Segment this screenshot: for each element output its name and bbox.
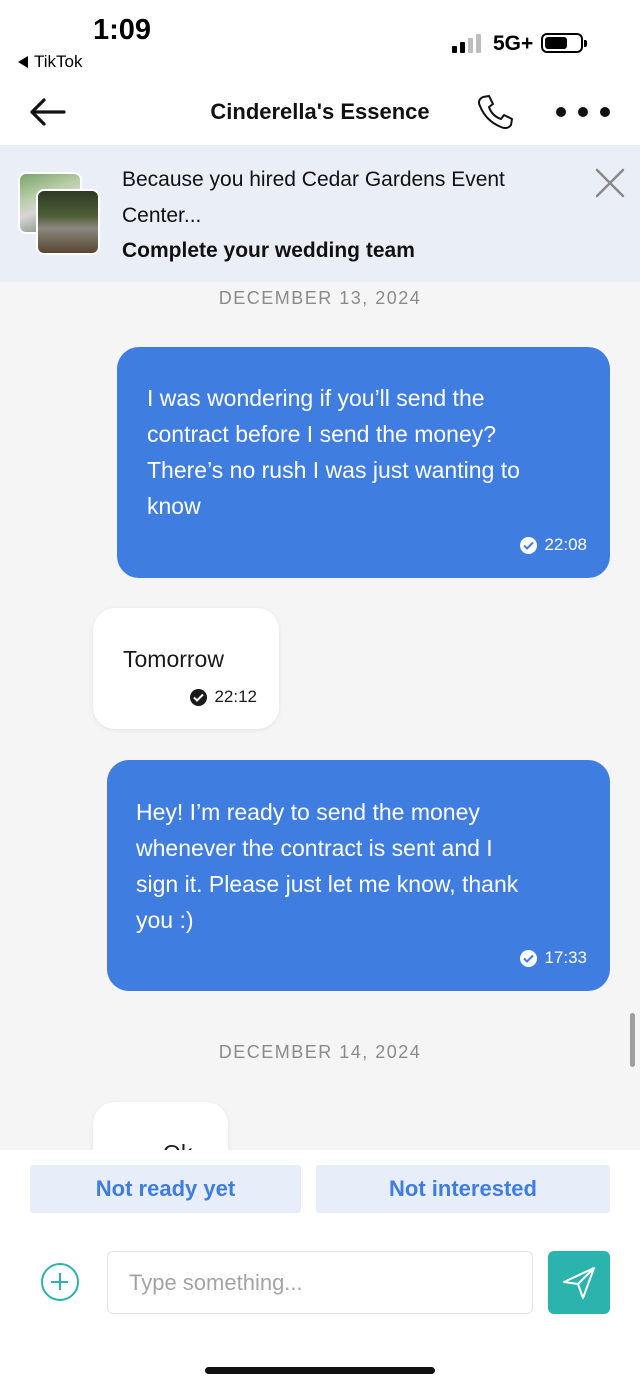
dot-icon [578,107,588,117]
message-line: contract before I send the money? [147,421,497,447]
read-check-icon [520,949,538,967]
venue-photo-2 [36,189,100,255]
close-icon [595,168,625,198]
call-button[interactable] [474,92,516,132]
message-text: I was wondering if you’ll send the contr… [147,380,597,524]
message-line: you :) [136,907,194,933]
network-type: 5G+ [493,32,534,55]
date-separator: DECEMBER 14, 2024 [218,1042,422,1062]
dot-icon [600,107,610,117]
venue-thumbnails [18,172,104,258]
more-options-button[interactable] [556,92,610,132]
message-meta: 22:12 [190,687,257,707]
close-banner-button[interactable] [592,165,628,201]
add-attachment-button[interactable] [41,1263,79,1301]
back-button[interactable] [26,92,68,132]
outgoing-message[interactable]: I was wondering if you’ll send the contr… [117,347,610,578]
back-to-app-link[interactable]: TikTok [18,52,83,72]
message-input-wrapper [107,1251,533,1314]
message-line: Hey! I’m ready to send the money [136,799,480,825]
back-triangle-icon [18,56,28,68]
banner-cta[interactable]: Complete your wedding team [122,239,415,263]
chat-header: Cinderella's Essence [0,80,640,145]
message-meta: 22:08 [520,535,587,555]
message-time: 22:08 [544,535,587,554]
back-app-label: TikTok [34,52,83,71]
message-input[interactable] [108,1252,532,1313]
message-line: whenever the contract is sent and I [136,835,493,861]
send-button[interactable] [548,1251,610,1314]
incoming-message[interactable]: Tomorrow 22:12 [93,608,279,729]
battery-icon [541,33,587,53]
message-line: I was wondering if you’ll send the [147,385,485,411]
signal-strength-icon [452,33,481,53]
conversation-title: Cinderella's Essence [210,99,430,124]
status-bar: 1:09 TikTok 5G+ [0,0,640,80]
read-check-icon [520,536,538,554]
message-line: sign it. Please just let me know, thank [136,871,519,897]
message-text: Hey! I’m ready to send the money wheneve… [136,794,596,938]
banner-text-line1: Because you hired Cedar Gardens Event [122,168,505,191]
quick-reply-not-ready-button[interactable]: Not ready yet [30,1165,301,1213]
arrow-left-icon [30,98,66,126]
message-line: know [147,493,201,519]
read-check-icon [190,688,208,706]
recommendation-banner[interactable]: Because you hired Cedar Gardens Event Ce… [0,145,640,282]
scrollbar[interactable] [630,1013,635,1067]
message-time: 22:12 [214,687,257,706]
composer-area: Not ready yet Not interested [0,1150,640,1387]
phone-icon [478,95,513,130]
banner-text-line2: Center... [122,204,202,227]
message-meta: 17:33 [520,948,587,968]
message-text: Tomorrow [123,646,224,672]
send-icon [563,1266,595,1299]
date-separator: DECEMBER 13, 2024 [218,288,422,308]
message-line: There’s no rush I was just wanting to [147,457,520,483]
status-time: 1:09 [93,14,152,46]
quick-reply-not-interested-button[interactable]: Not interested [316,1165,610,1213]
message-time: 17:33 [544,948,587,967]
outgoing-message[interactable]: Hey! I’m ready to send the money wheneve… [107,760,610,991]
dot-icon [556,107,566,117]
home-indicator [205,1367,435,1374]
